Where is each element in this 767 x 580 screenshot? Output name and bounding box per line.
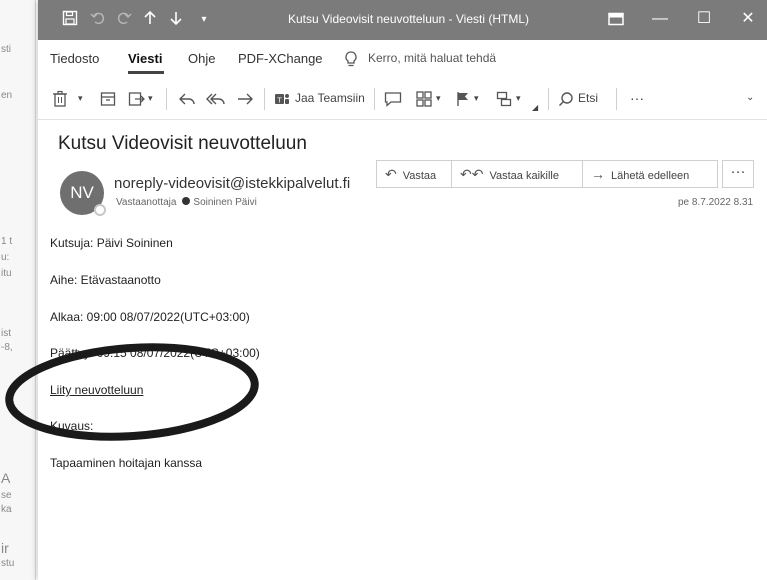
- share-to-teams-label: Jaa Teamsiin: [295, 91, 365, 105]
- menu-message[interactable]: Viesti: [128, 51, 162, 66]
- reply-all-icon: ↶↶: [460, 166, 484, 182]
- background-text: ir: [1, 540, 9, 556]
- body-topic: Aihe: Etävastaanotto: [50, 273, 161, 287]
- menu-help[interactable]: Ohje: [188, 51, 215, 66]
- chevron-down-icon[interactable]: ▾: [78, 86, 83, 110]
- ribbon: ▾ ▾ T Jaa Teamsiin ▾ ▾ ▾ ◢ Etsi ··· ⌄: [38, 78, 767, 120]
- flag-icon[interactable]: [456, 86, 470, 110]
- dialog-launcher-icon[interactable]: ◢: [532, 96, 538, 120]
- body-description-label: Kuvaus:: [50, 419, 94, 433]
- forward-button[interactable]: → Lähetä edelleen: [582, 160, 718, 188]
- reply-label: Vastaa: [402, 170, 437, 182]
- ribbon-display-icon[interactable]: [606, 10, 626, 30]
- active-tab-indicator: [128, 71, 164, 74]
- delete-icon[interactable]: [52, 86, 68, 110]
- body-end-time: Päättyy: 09:15 08/07/2022(UTC+03:00): [50, 346, 260, 360]
- up-arrow-icon[interactable]: [140, 10, 160, 30]
- recipient-line: Vastaanottaja Soininen Päivi: [116, 197, 257, 208]
- archive-icon[interactable]: [100, 86, 116, 110]
- reply-all-label: Vastaa kaikille: [489, 170, 559, 182]
- background-text: ist: [1, 328, 11, 339]
- minimize-button[interactable]: —: [648, 8, 672, 30]
- body-inviter: Kutsuja: Päivi Soininen: [50, 236, 173, 250]
- background-text: stu: [1, 558, 15, 569]
- presence-dot-icon: [182, 197, 191, 205]
- undo-icon[interactable]: [88, 10, 108, 30]
- chevron-down-icon[interactable]: ⌄: [746, 86, 754, 110]
- down-arrow-icon[interactable]: [166, 10, 186, 30]
- close-button[interactable]: ✕: [736, 8, 760, 30]
- join-meeting-link-text[interactable]: Liity neuvotteluun: [50, 383, 143, 397]
- chevron-down-icon[interactable]: ▾: [474, 86, 479, 110]
- share-to-teams-button[interactable]: T Jaa Teamsiin: [274, 86, 365, 110]
- reply-icon: ↶: [385, 166, 397, 182]
- menu-bar: Tiedosto Viesti Ohje PDF-XChange Kerro, …: [38, 40, 767, 78]
- body-start-time: Alkaa: 09:00 08/07/2022(UTC+03:00): [50, 310, 250, 324]
- background-text: itu: [1, 268, 12, 279]
- message-icon[interactable]: [384, 86, 402, 110]
- forward-icon[interactable]: [236, 86, 254, 110]
- window-title: Kutsu Videovisit neuvotteluun - Viesti (…: [288, 12, 530, 26]
- background-window: sti en 1 t u: itu ist -8, A se ka ir stu: [0, 0, 36, 580]
- tell-me-search[interactable]: Kerro, mitä haluat tehdä: [368, 51, 496, 65]
- forward-label: Lähetä edelleen: [611, 170, 690, 182]
- ribbon-divider: [374, 88, 375, 110]
- search-label: Etsi: [578, 91, 599, 105]
- body-description: Tapaaminen hoitajan kanssa: [50, 456, 203, 470]
- menu-pdf-xchange[interactable]: PDF-XChange: [238, 51, 323, 66]
- message-window: ▾ Kutsu Videovisit neuvotteluun - Viesti…: [38, 0, 767, 580]
- title-bar: ▾ Kutsu Videovisit neuvotteluun - Viesti…: [38, 0, 767, 40]
- background-text: ka: [1, 504, 12, 515]
- svg-text:T: T: [276, 96, 282, 104]
- ribbon-divider: [264, 88, 265, 110]
- background-text: en: [1, 90, 13, 101]
- maximize-button[interactable]: ☐: [692, 8, 716, 30]
- reply-button[interactable]: ↶ Vastaa: [376, 160, 452, 188]
- reply-all-icon[interactable]: [206, 86, 226, 110]
- ribbon-divider: [616, 88, 617, 110]
- menu-file[interactable]: Tiedosto: [50, 51, 99, 66]
- chevron-down-icon[interactable]: ▾: [436, 86, 441, 110]
- ribbon-divider: [548, 88, 549, 110]
- forward-icon: →: [591, 166, 605, 182]
- background-text: 1 t: [1, 236, 13, 247]
- search-button[interactable]: Etsi: [558, 86, 598, 110]
- background-text: se: [1, 490, 12, 501]
- background-text: sti: [1, 44, 11, 55]
- move-icon[interactable]: [128, 86, 146, 110]
- categorize-icon[interactable]: [496, 86, 512, 110]
- ribbon-divider: [166, 88, 167, 110]
- background-text: -8,: [1, 342, 13, 353]
- more-actions-button[interactable]: ···: [722, 160, 754, 188]
- background-text: A: [1, 470, 11, 486]
- background-text: u:: [1, 252, 10, 263]
- reply-all-button[interactable]: ↶↶ Vastaa kaikille: [451, 160, 583, 188]
- sender-address[interactable]: noreply-videovisit@istekkipalvelut.fi: [114, 175, 350, 192]
- recipient-name[interactable]: Soininen Päivi: [193, 197, 256, 208]
- redo-icon[interactable]: [114, 10, 134, 30]
- join-meeting-link[interactable]: Liity neuvotteluun: [50, 383, 143, 397]
- apps-icon[interactable]: [416, 86, 432, 110]
- recipient-prefix: Vastaanottaja: [116, 197, 177, 208]
- presence-status-icon: [94, 204, 106, 216]
- save-icon[interactable]: [60, 10, 80, 30]
- received-date: pe 8.7.2022 8.31: [678, 197, 754, 208]
- customize-icon[interactable]: ▾: [194, 10, 214, 30]
- lightbulb-icon: [344, 51, 358, 70]
- reply-icon[interactable]: [178, 86, 196, 110]
- more-commands-button[interactable]: ···: [630, 86, 644, 110]
- message-subject: Kutsu Videovisit neuvotteluun: [58, 133, 307, 154]
- chevron-down-icon[interactable]: ▾: [516, 86, 521, 110]
- chevron-down-icon[interactable]: ▾: [148, 86, 153, 110]
